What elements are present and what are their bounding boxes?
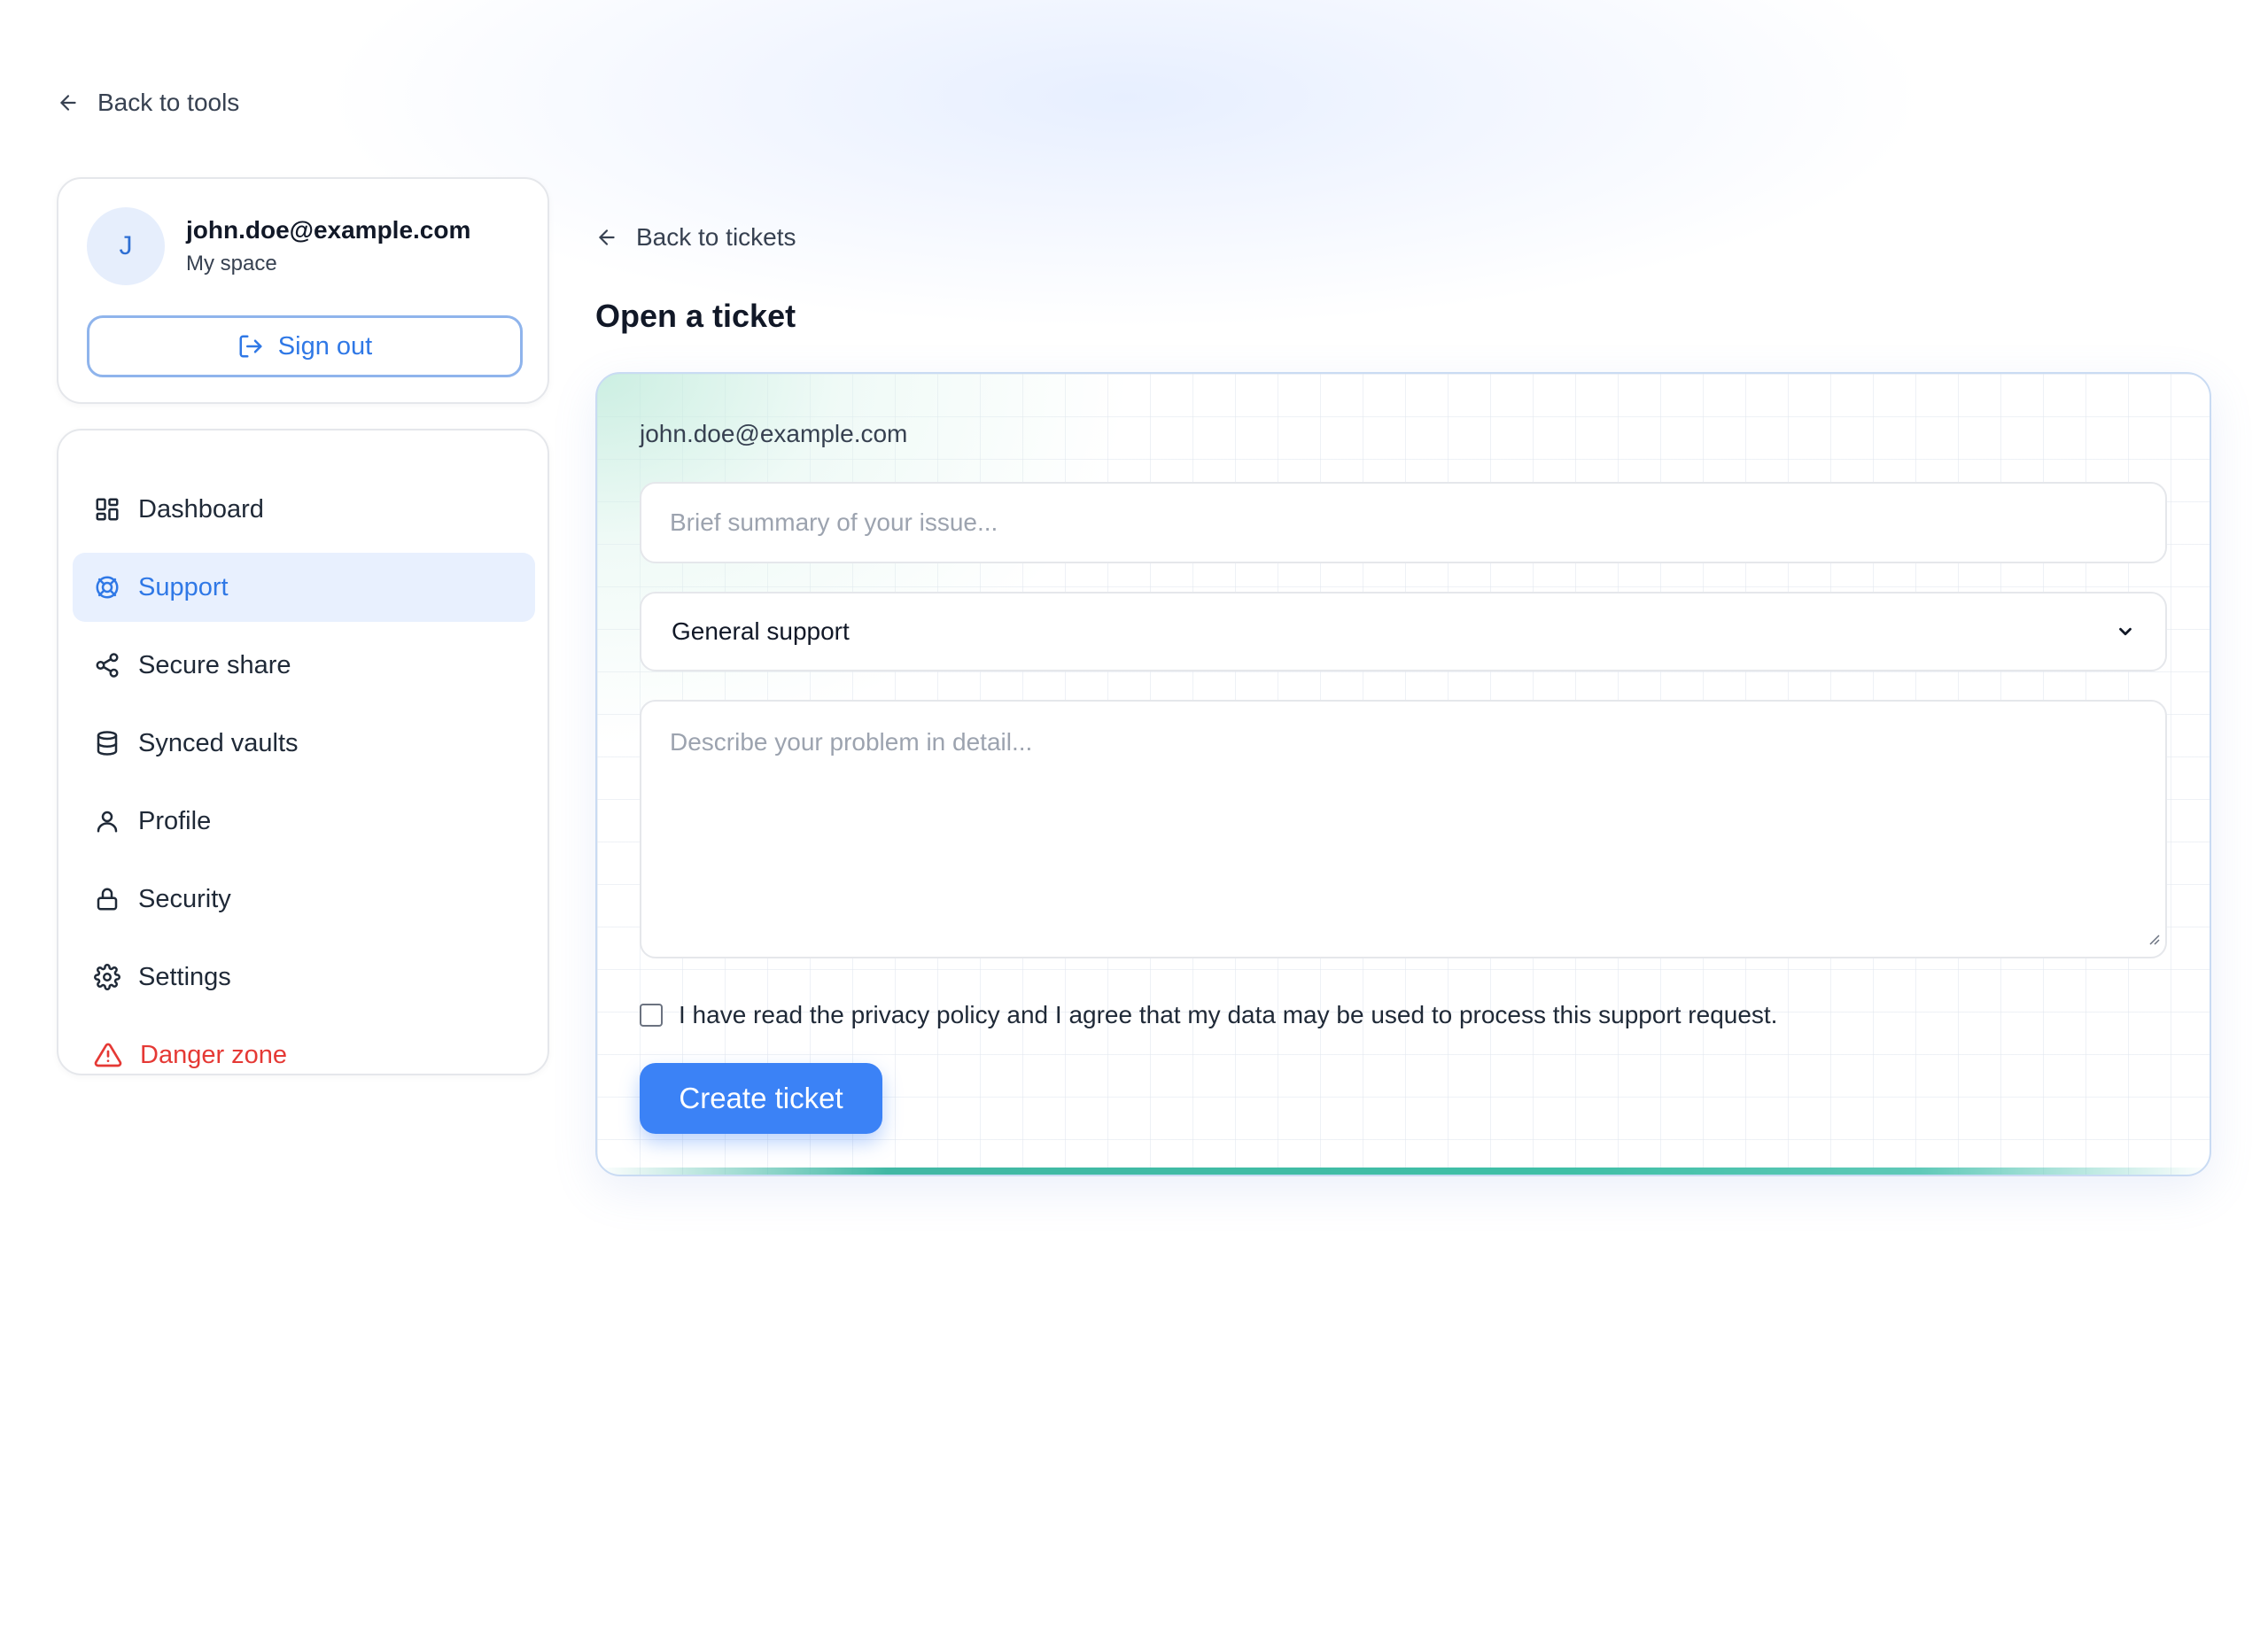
chevron-down-icon <box>2116 622 2135 641</box>
summary-input[interactable]: Brief summary of your issue... <box>640 482 2167 563</box>
user-card: J john.doe@example.com My space Sign out <box>57 177 549 404</box>
sidebar-item-label: Security <box>138 884 231 913</box>
back-to-tickets-link[interactable]: Back to tickets <box>595 220 796 255</box>
create-ticket-button[interactable]: Create ticket <box>640 1063 882 1134</box>
sidebar-item-label: Danger zone <box>140 1040 288 1069</box>
sign-out-label: Sign out <box>277 331 373 361</box>
consent-row: I have read the privacy policy and I agr… <box>640 1001 1777 1029</box>
share-icon <box>94 652 120 679</box>
warning-icon <box>94 1041 122 1069</box>
sidebar-item-synced-vaults[interactable]: Synced vaults <box>73 709 535 778</box>
summary-placeholder: Brief summary of your issue... <box>670 508 998 536</box>
user-space-label: My space <box>186 252 277 275</box>
category-select[interactable]: General support <box>640 592 2167 671</box>
sidebar-item-label: Support <box>138 572 229 601</box>
category-selected-value: General support <box>672 617 850 645</box>
sidebar-item-label: Dashboard <box>138 494 264 524</box>
sidebar-item-settings[interactable]: Settings <box>73 943 535 1012</box>
sidebar-item-dashboard[interactable]: Dashboard <box>73 475 535 544</box>
lock-icon <box>94 886 120 912</box>
lifebuoy-icon <box>94 574 120 601</box>
ticket-form: john.doe@example.com Brief summary of yo… <box>595 372 2211 1176</box>
user-email: john.doe@example.com <box>186 216 471 244</box>
sidebar-item-label: Secure share <box>138 650 291 679</box>
sidebar-item-profile[interactable]: Profile <box>73 787 535 856</box>
sidebar-item-label: Synced vaults <box>138 728 299 757</box>
sidebar-item-danger-zone[interactable]: Danger zone <box>73 1020 535 1090</box>
form-email: john.doe@example.com <box>640 420 908 447</box>
consent-checkbox[interactable] <box>640 1004 663 1027</box>
sidebar-item-support[interactable]: Support <box>73 553 535 622</box>
back-to-tools-link[interactable]: Back to tools <box>57 85 239 120</box>
arrow-left-icon <box>57 91 80 114</box>
avatar: J <box>87 207 165 285</box>
consent-label: I have read the privacy policy and I agr… <box>679 1001 1778 1028</box>
details-textarea[interactable]: Describe your problem in detail... <box>640 700 2167 958</box>
arrow-left-icon <box>595 226 618 249</box>
sidebar-nav: Dashboard Support Secure share Synced va… <box>57 429 549 1075</box>
sign-out-button[interactable]: Sign out <box>87 315 523 377</box>
sidebar-item-security[interactable]: Security <box>73 865 535 934</box>
accent-bar <box>597 1168 2210 1175</box>
user-icon <box>94 808 120 834</box>
dashboard-icon <box>94 496 120 523</box>
sidebar-item-label: Profile <box>138 806 212 835</box>
page-title: Open a ticket <box>595 298 796 334</box>
resize-grip-icon[interactable] <box>2146 923 2160 951</box>
back-to-tickets-label: Back to tickets <box>636 223 796 251</box>
sidebar-item-label: Settings <box>138 962 231 991</box>
database-icon <box>94 730 120 756</box>
gear-icon <box>94 964 120 990</box>
back-to-tools-label: Back to tools <box>97 89 240 116</box>
sign-out-icon <box>237 333 264 360</box>
sidebar-item-secure-share[interactable]: Secure share <box>73 631 535 700</box>
details-placeholder: Describe your problem in detail... <box>670 728 1033 756</box>
